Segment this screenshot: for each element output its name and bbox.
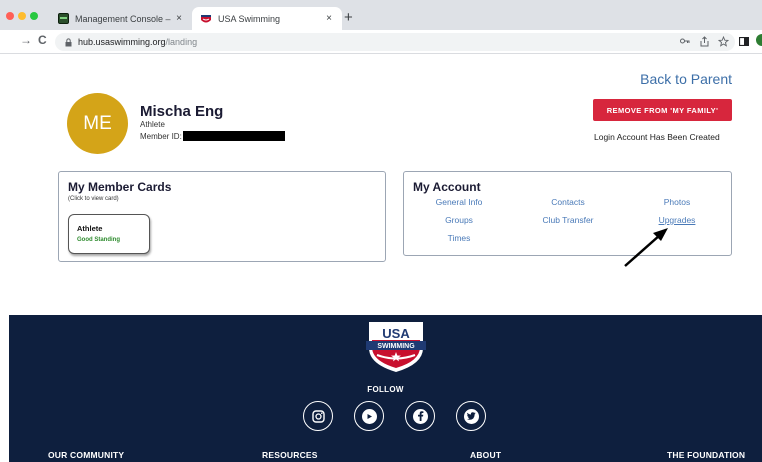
member-cards-subtitle: (Click to view card)	[68, 196, 119, 202]
instagram-button[interactable]	[303, 401, 333, 431]
footer-resources[interactable]: RESOURCES	[262, 450, 318, 460]
address-bar[interactable]: hub.usaswimming.org/landing	[55, 33, 735, 51]
url-domain: hub.usaswimming.org	[78, 37, 166, 47]
share-icon[interactable]	[700, 36, 709, 47]
facebook-icon	[412, 408, 428, 424]
club-transfer-link[interactable]: Club Transfer	[542, 215, 593, 225]
card-type: Athlete	[77, 224, 103, 233]
browser-tab-management-console[interactable]: Management Console – Grosse ×	[50, 7, 192, 30]
maximize-window-button[interactable]	[30, 12, 38, 20]
profile-avatar-icon[interactable]	[756, 34, 762, 46]
star-icon[interactable]	[718, 36, 729, 47]
site-footer: USA SWIMMING FOLLOW OUR COMMUNITY RESOUR…	[9, 315, 762, 462]
url-path: /landing	[165, 37, 198, 47]
annotation-arrow-icon	[624, 228, 668, 267]
forward-arrow-icon[interactable]: →	[20, 33, 32, 47]
tab-title: USA Swimming	[218, 13, 281, 24]
member-role: Athlete	[140, 120, 165, 129]
member-cards-title: My Member Cards	[68, 180, 172, 194]
youtube-icon	[361, 408, 377, 424]
member-id: Member ID:	[140, 131, 285, 141]
close-tab-icon[interactable]: ×	[172, 13, 186, 24]
youtube-button[interactable]	[354, 401, 384, 431]
member-id-redacted	[182, 131, 285, 141]
remove-from-family-button[interactable]: REMOVE FROM 'MY FAMILY'	[593, 99, 732, 121]
browser-toolbar: → C hub.usaswimming.org/landing	[0, 30, 762, 54]
browser-tab-usa-swimming[interactable]: USA Swimming ×	[192, 7, 342, 30]
card-status-badge: Good Standing	[77, 237, 120, 243]
sidebar-icon[interactable]	[739, 37, 749, 46]
member-id-label: Member ID:	[140, 131, 182, 141]
groups-link[interactable]: Groups	[445, 215, 473, 225]
facebook-button[interactable]	[405, 401, 435, 431]
twitter-icon	[463, 408, 479, 424]
member-avatar: ME	[67, 93, 128, 154]
my-account-panel: My Account General Info Contacts Photos …	[403, 171, 732, 256]
times-link[interactable]: Times	[448, 233, 471, 243]
minimize-window-button[interactable]	[18, 12, 26, 20]
lock-icon	[65, 37, 72, 46]
photos-link[interactable]: Photos	[664, 197, 690, 207]
tab-title: Management Console – Grosse	[75, 13, 172, 24]
logo-text-usa: USA	[382, 326, 410, 341]
member-name: Mischa Eng	[140, 103, 224, 120]
footer-our-community[interactable]: OUR COMMUNITY	[48, 450, 124, 460]
athlete-member-card[interactable]: Athlete Good Standing	[68, 214, 150, 254]
follow-heading: FOLLOW	[367, 385, 404, 394]
usa-swimming-favicon-icon	[201, 14, 211, 22]
reload-icon[interactable]: C	[38, 33, 47, 47]
back-to-parent-link[interactable]: Back to Parent	[640, 71, 732, 87]
usa-swimming-logo[interactable]: USA SWIMMING	[363, 318, 429, 374]
footer-about[interactable]: ABOUT	[470, 450, 501, 460]
close-tab-icon[interactable]: ×	[322, 13, 336, 24]
twitter-button[interactable]	[456, 401, 486, 431]
instagram-icon	[311, 409, 325, 423]
member-cards-panel: My Member Cards (Click to view card) Ath…	[58, 171, 386, 262]
footer-the-foundation[interactable]: THE FOUNDATION	[667, 450, 745, 460]
close-window-button[interactable]	[6, 12, 14, 20]
management-console-favicon-icon	[58, 13, 69, 24]
general-info-link[interactable]: General Info	[436, 197, 483, 207]
browser-tab-bar: Management Console – Grosse × USA Swimmi…	[0, 0, 762, 30]
my-account-title: My Account	[413, 180, 481, 194]
login-status-text: Login Account Has Been Created	[594, 132, 720, 142]
new-tab-button[interactable]: +	[344, 9, 353, 26]
contacts-link[interactable]: Contacts	[551, 197, 585, 207]
logo-text-swimming: SWIMMING	[377, 343, 415, 350]
key-icon[interactable]	[680, 38, 690, 44]
